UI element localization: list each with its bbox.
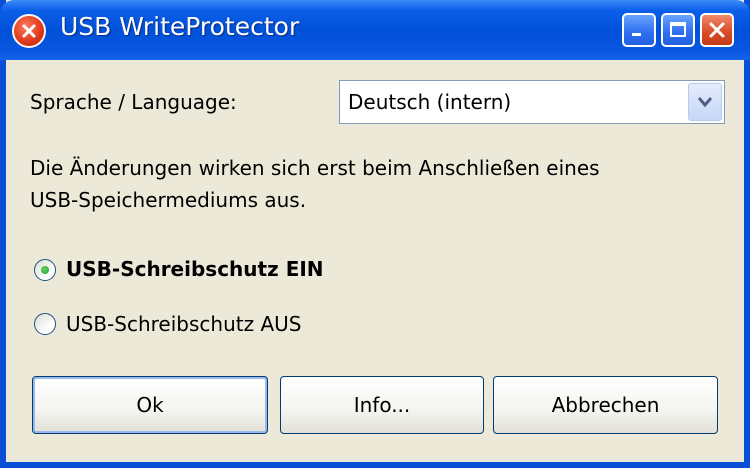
language-label: Sprache / Language:	[30, 90, 237, 114]
language-select-value: Deutsch (intern)	[348, 90, 512, 114]
info-text-line1: Die Änderungen wirken sich erst beim Ans…	[30, 156, 600, 180]
protection-off-label[interactable]: USB-Schreibschutz AUS	[66, 312, 301, 336]
close-icon	[709, 22, 725, 38]
language-select[interactable]: Deutsch (intern)	[339, 80, 725, 124]
minimize-button[interactable]	[622, 13, 656, 47]
radio-protection-on[interactable]	[34, 259, 56, 281]
radio-protection-off[interactable]	[34, 313, 56, 335]
chevron-down-icon	[697, 97, 713, 108]
dialog-window: USB WriteProtector Sprache / Language: D…	[0, 0, 750, 468]
minimize-icon	[632, 33, 641, 36]
window-title: USB WriteProtector	[60, 12, 300, 41]
maximize-icon	[670, 22, 686, 37]
maximize-button[interactable]	[661, 13, 695, 47]
protection-on-label[interactable]: USB-Schreibschutz EIN	[66, 257, 324, 281]
app-error-icon	[12, 14, 46, 48]
ok-button[interactable]: Ok	[32, 376, 268, 434]
radio-selected-dot	[41, 266, 49, 274]
info-button[interactable]: Info...	[280, 376, 484, 434]
info-text-line2: USB-Speichermediums aus.	[30, 188, 307, 212]
close-button[interactable]	[700, 13, 734, 47]
title-bar[interactable]: USB WriteProtector	[0, 0, 750, 60]
cancel-button[interactable]: Abbrechen	[493, 376, 718, 434]
language-dropdown-button[interactable]	[688, 83, 722, 121]
